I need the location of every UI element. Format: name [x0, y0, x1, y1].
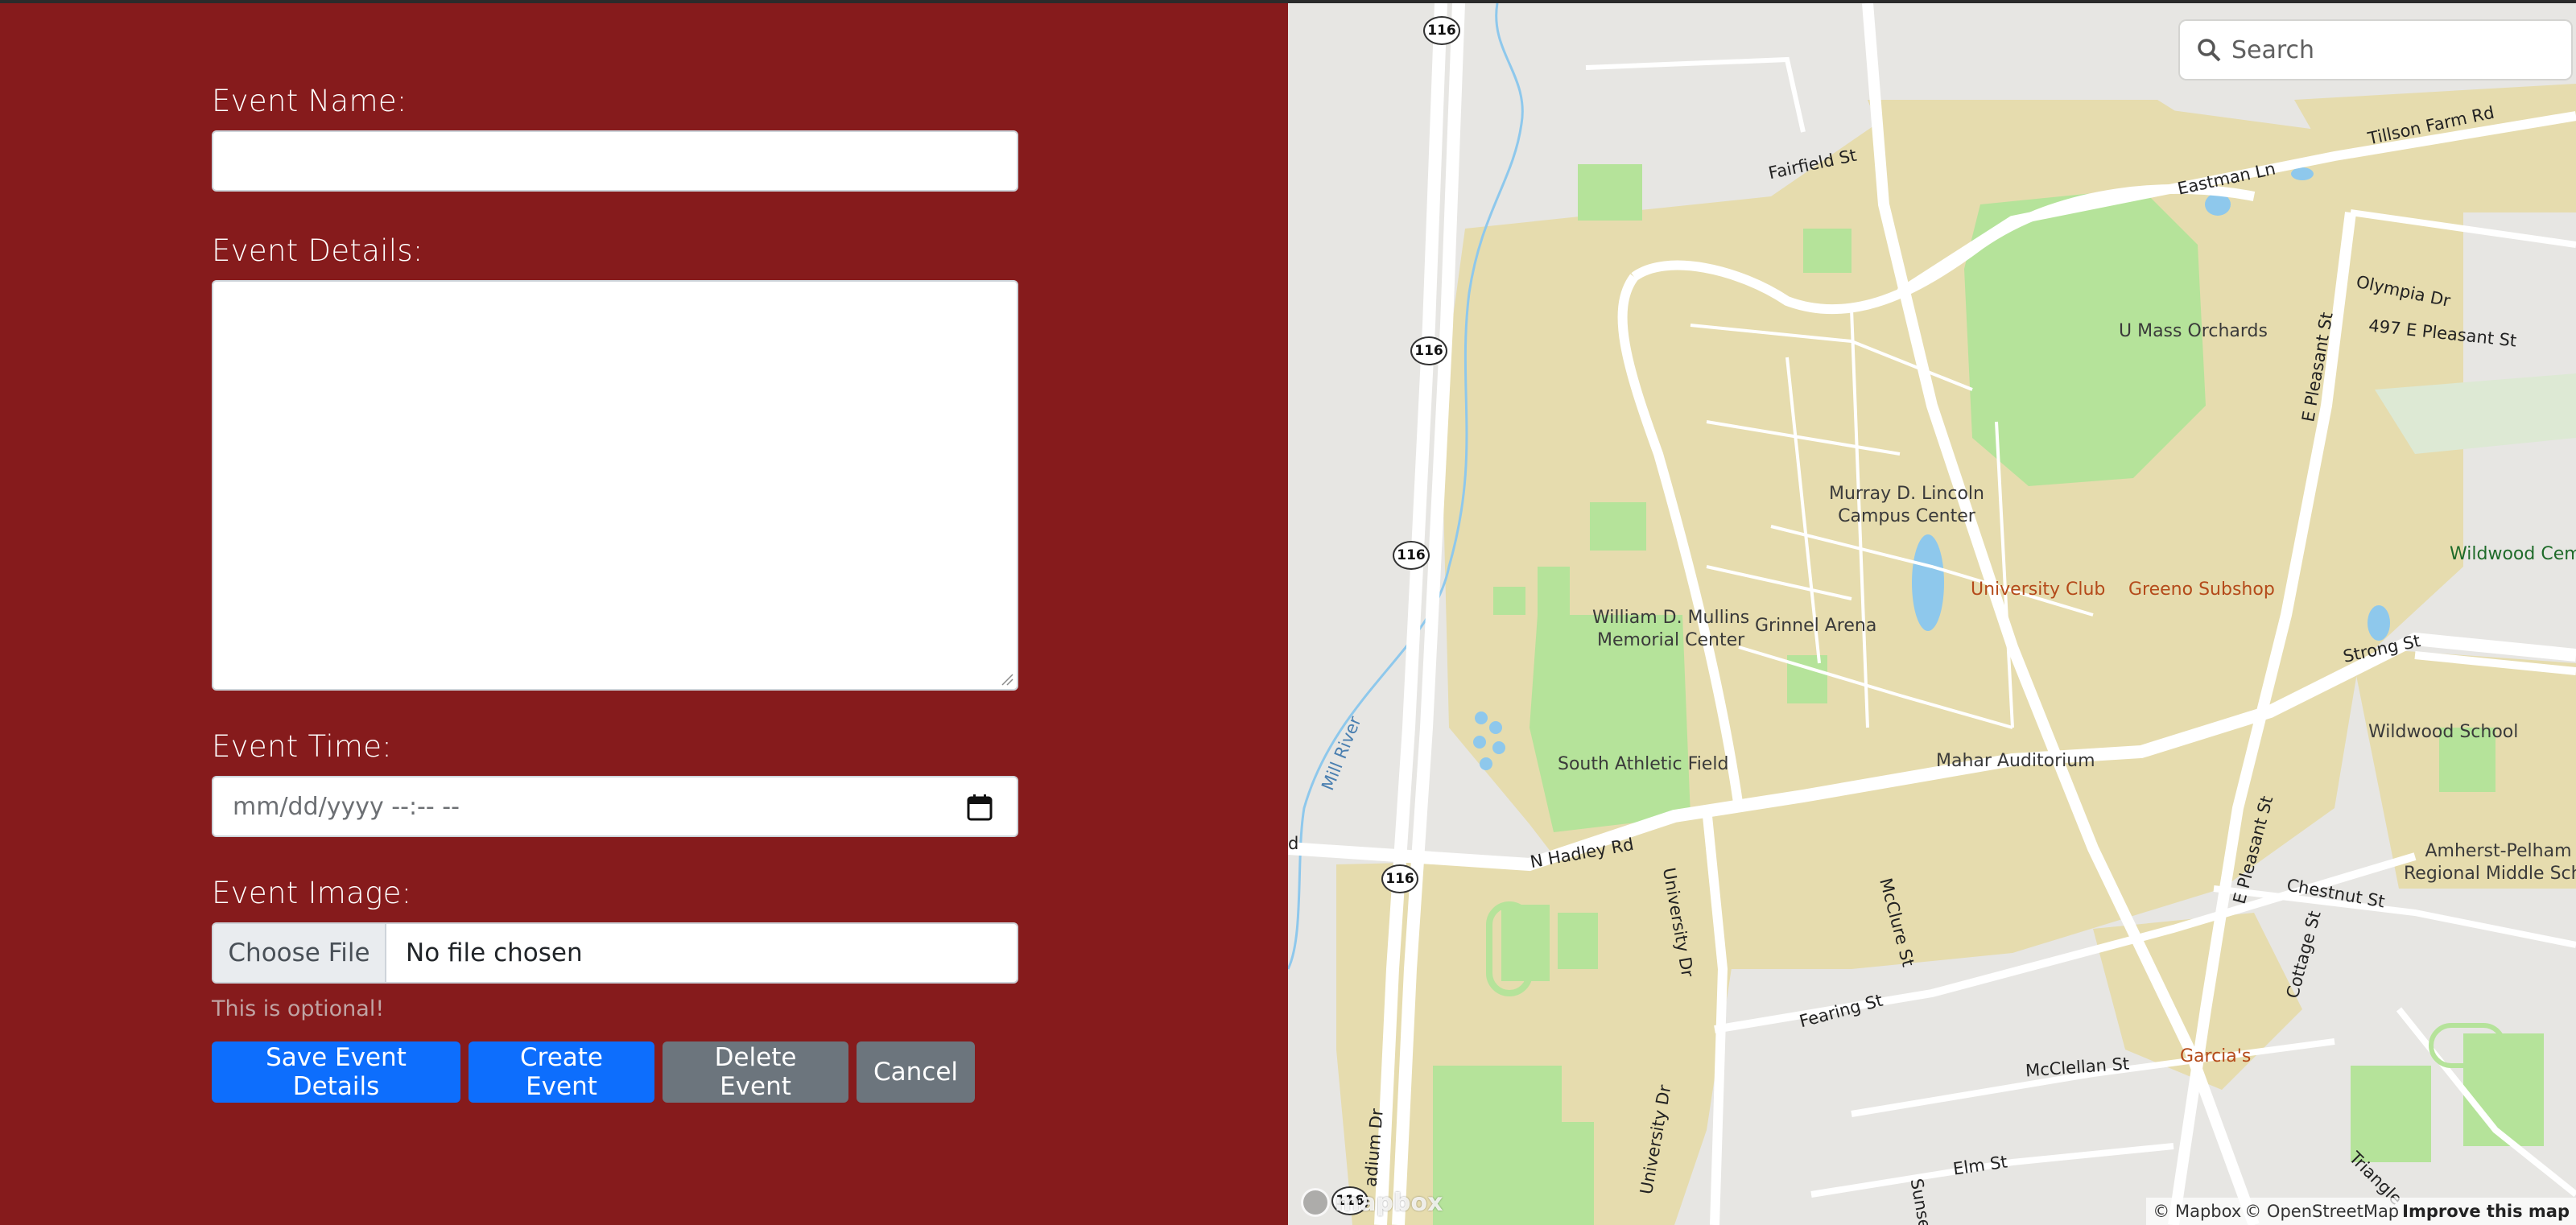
- event-name-label: Event Name:: [212, 84, 407, 118]
- event-time-placeholder: mm/dd/yyyy --:-- --: [233, 792, 460, 821]
- improve-this-map-link[interactable]: Improve this map: [2402, 1202, 2570, 1221]
- calendar-icon[interactable]: [967, 794, 993, 821]
- map-search-placeholder: Search: [2231, 35, 2315, 64]
- no-file-chosen-text: No file chosen: [406, 938, 583, 967]
- poi-wildwood-cemetery[interactable]: Wildwood Cem: [2450, 544, 2576, 564]
- form-button-row: Save Event Details Create Event Delete E…: [212, 1041, 1018, 1103]
- cancel-button[interactable]: Cancel: [857, 1041, 975, 1103]
- event-form: Event Name: Event Details: Event Time: m…: [212, 84, 1018, 1103]
- route-116-shield: 116: [1423, 16, 1460, 45]
- resize-grip-icon[interactable]: [999, 671, 1013, 686]
- poi-campus-center[interactable]: Murray D. Lincoln Campus Center: [1829, 483, 1984, 528]
- event-time-label: Event Time:: [212, 729, 393, 764]
- poi-grinnel-arena[interactable]: Grinnel Arena: [1755, 615, 1876, 637]
- event-image-label: Event Image:: [212, 876, 412, 910]
- poi-south-athletic-field[interactable]: South Athletic Field: [1558, 753, 1728, 776]
- optional-hint: This is optional!: [212, 996, 385, 1021]
- event-details-textarea[interactable]: [212, 280, 1018, 691]
- event-time-input[interactable]: mm/dd/yyyy --:-- --: [212, 776, 1018, 837]
- delete-event-button[interactable]: Delete Event: [663, 1041, 848, 1103]
- event-form-panel: Event Name: Event Details: Event Time: m…: [0, 3, 1288, 1225]
- route-116-shield: 116: [1410, 336, 1447, 365]
- poi-amherst-pelham-school[interactable]: Amherst-Pelham Regional Middle Scho: [2404, 840, 2576, 885]
- street-partial-rd: d: [1288, 834, 1299, 853]
- map[interactable]: 116 116 116 116 116 Murray D. Lincoln Ca…: [1288, 3, 2576, 1225]
- poi-university-club[interactable]: University Club: [1971, 580, 2105, 600]
- event-details-label: Event Details:: [212, 233, 423, 268]
- route-116-shield: 116: [1393, 541, 1430, 570]
- poi-wildwood-school[interactable]: Wildwood School: [2368, 721, 2518, 744]
- save-event-details-button[interactable]: Save Event Details: [212, 1041, 460, 1103]
- poi-mahar-auditorium[interactable]: Mahar Auditorium: [1936, 750, 2095, 773]
- choose-file-button[interactable]: Choose File: [213, 924, 386, 982]
- event-image-file-input[interactable]: Choose File No file chosen: [212, 922, 1018, 984]
- map-attribution: © Mapbox © OpenStreetMap Improve this ma…: [2146, 1198, 2576, 1225]
- attribution-mapbox[interactable]: © Mapbox: [2153, 1202, 2241, 1221]
- map-search-input[interactable]: Search: [2180, 21, 2571, 79]
- poi-greeno-subshop[interactable]: Greeno Subshop: [2128, 580, 2275, 600]
- mapbox-logo[interactable]: mapbox: [1301, 1188, 1443, 1217]
- poi-mullins-center[interactable]: William D. Mullins Memorial Center: [1592, 607, 1749, 652]
- mapbox-logo-text: mapbox: [1335, 1188, 1443, 1217]
- route-116-shield: 116: [1381, 864, 1418, 893]
- map-canvas[interactable]: [1288, 3, 2576, 1225]
- poi-garcias[interactable]: Garcia's: [2180, 1046, 2251, 1066]
- attribution-osm[interactable]: © OpenStreetMap: [2244, 1202, 2399, 1221]
- search-icon: [2198, 39, 2221, 62]
- event-name-input[interactable]: [212, 130, 1018, 192]
- create-event-button[interactable]: Create Event: [469, 1041, 654, 1103]
- poi-umass-orchards[interactable]: U Mass Orchards: [2119, 320, 2268, 343]
- mapbox-logo-icon: [1301, 1188, 1330, 1217]
